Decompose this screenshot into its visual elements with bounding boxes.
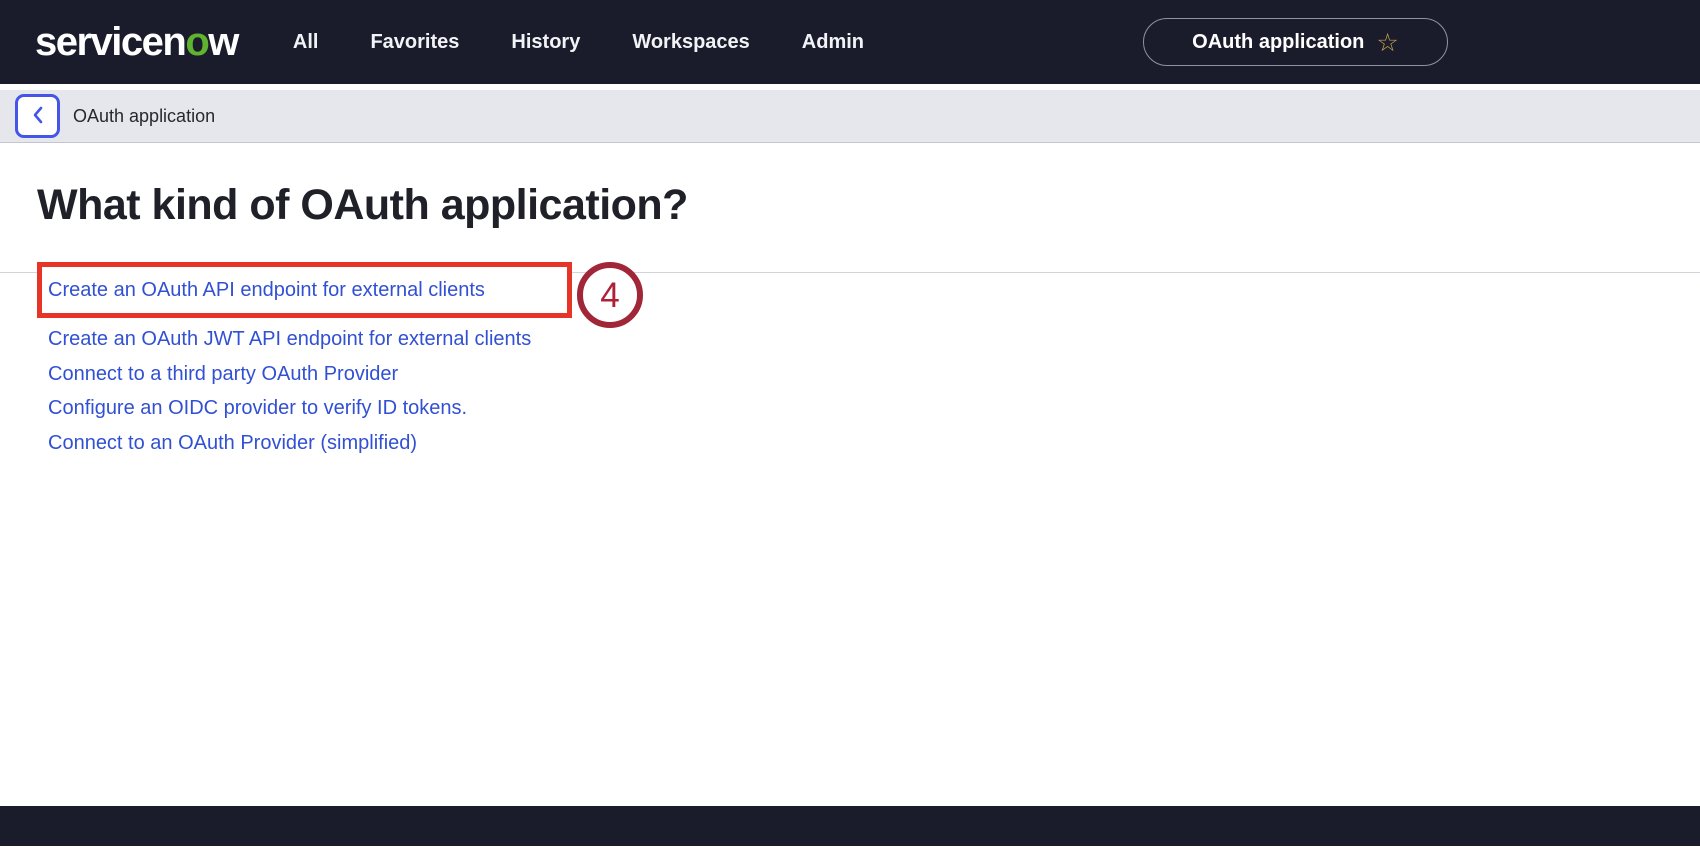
record-pill-label: OAuth application — [1192, 30, 1365, 53]
logo-text-prefix: servicen — [35, 20, 187, 64]
link-connect-to-an-oauth-provider-simplified[interactable]: Connect to an OAuth Provider (simplified… — [48, 426, 531, 461]
annotation-step-number: 4 — [600, 275, 620, 315]
nav-item-workspaces[interactable]: Workspaces — [632, 31, 749, 54]
oauth-option-links: Create an OAuth JWT API endpoint for ext… — [48, 322, 531, 460]
breadcrumb-label: OAuth application — [73, 105, 216, 126]
current-record-pill[interactable]: OAuth application ☆ — [1143, 18, 1448, 66]
primary-nav: All Favorites History Workspaces Admin — [293, 31, 864, 54]
annotation-step-badge: 4 — [577, 262, 643, 328]
link-connect-to-a-third-party-oauth-provider[interactable]: Connect to a third party OAuth Provider — [48, 357, 531, 392]
servicenow-window: servicenow All Favorites History Workspaces… — [0, 0, 1700, 850]
nav-item-favorites[interactable]: Favorites — [370, 31, 459, 54]
link-create-an-oauth-jwt-api-endpoint-for-external-clients[interactable]: Create an OAuth JWT API endpoint for ext… — [48, 322, 531, 357]
breadcrumb-bar: OAuth application — [0, 90, 1700, 143]
nav-item-history[interactable]: History — [511, 31, 580, 54]
servicenow-logo[interactable]: servicenow — [35, 20, 239, 64]
favorite-star-icon[interactable]: ☆ — [1376, 30, 1398, 56]
back-button[interactable] — [15, 94, 60, 138]
chevron-left-icon — [30, 104, 46, 129]
link-configure-an-oidc-provider-to-verify-id-tokens[interactable]: Configure an OIDC provider to verify ID … — [48, 391, 531, 426]
link-create-an-oauth-api-endpoint-for-external-clients[interactable]: Create an OAuth API endpoint for externa… — [48, 279, 485, 302]
annotation-highlight-box: Create an OAuth API endpoint for externa… — [37, 262, 572, 318]
bottom-bar — [0, 806, 1700, 846]
top-nav-bar: servicenow All Favorites History Workspaces… — [0, 0, 1700, 84]
nav-item-all[interactable]: All — [293, 31, 319, 54]
logo-text-suffix: w — [208, 20, 239, 64]
page-title: What kind of OAuth application? — [37, 181, 688, 229]
logo-green-o: o — [185, 20, 209, 64]
nav-item-admin[interactable]: Admin — [802, 31, 864, 54]
